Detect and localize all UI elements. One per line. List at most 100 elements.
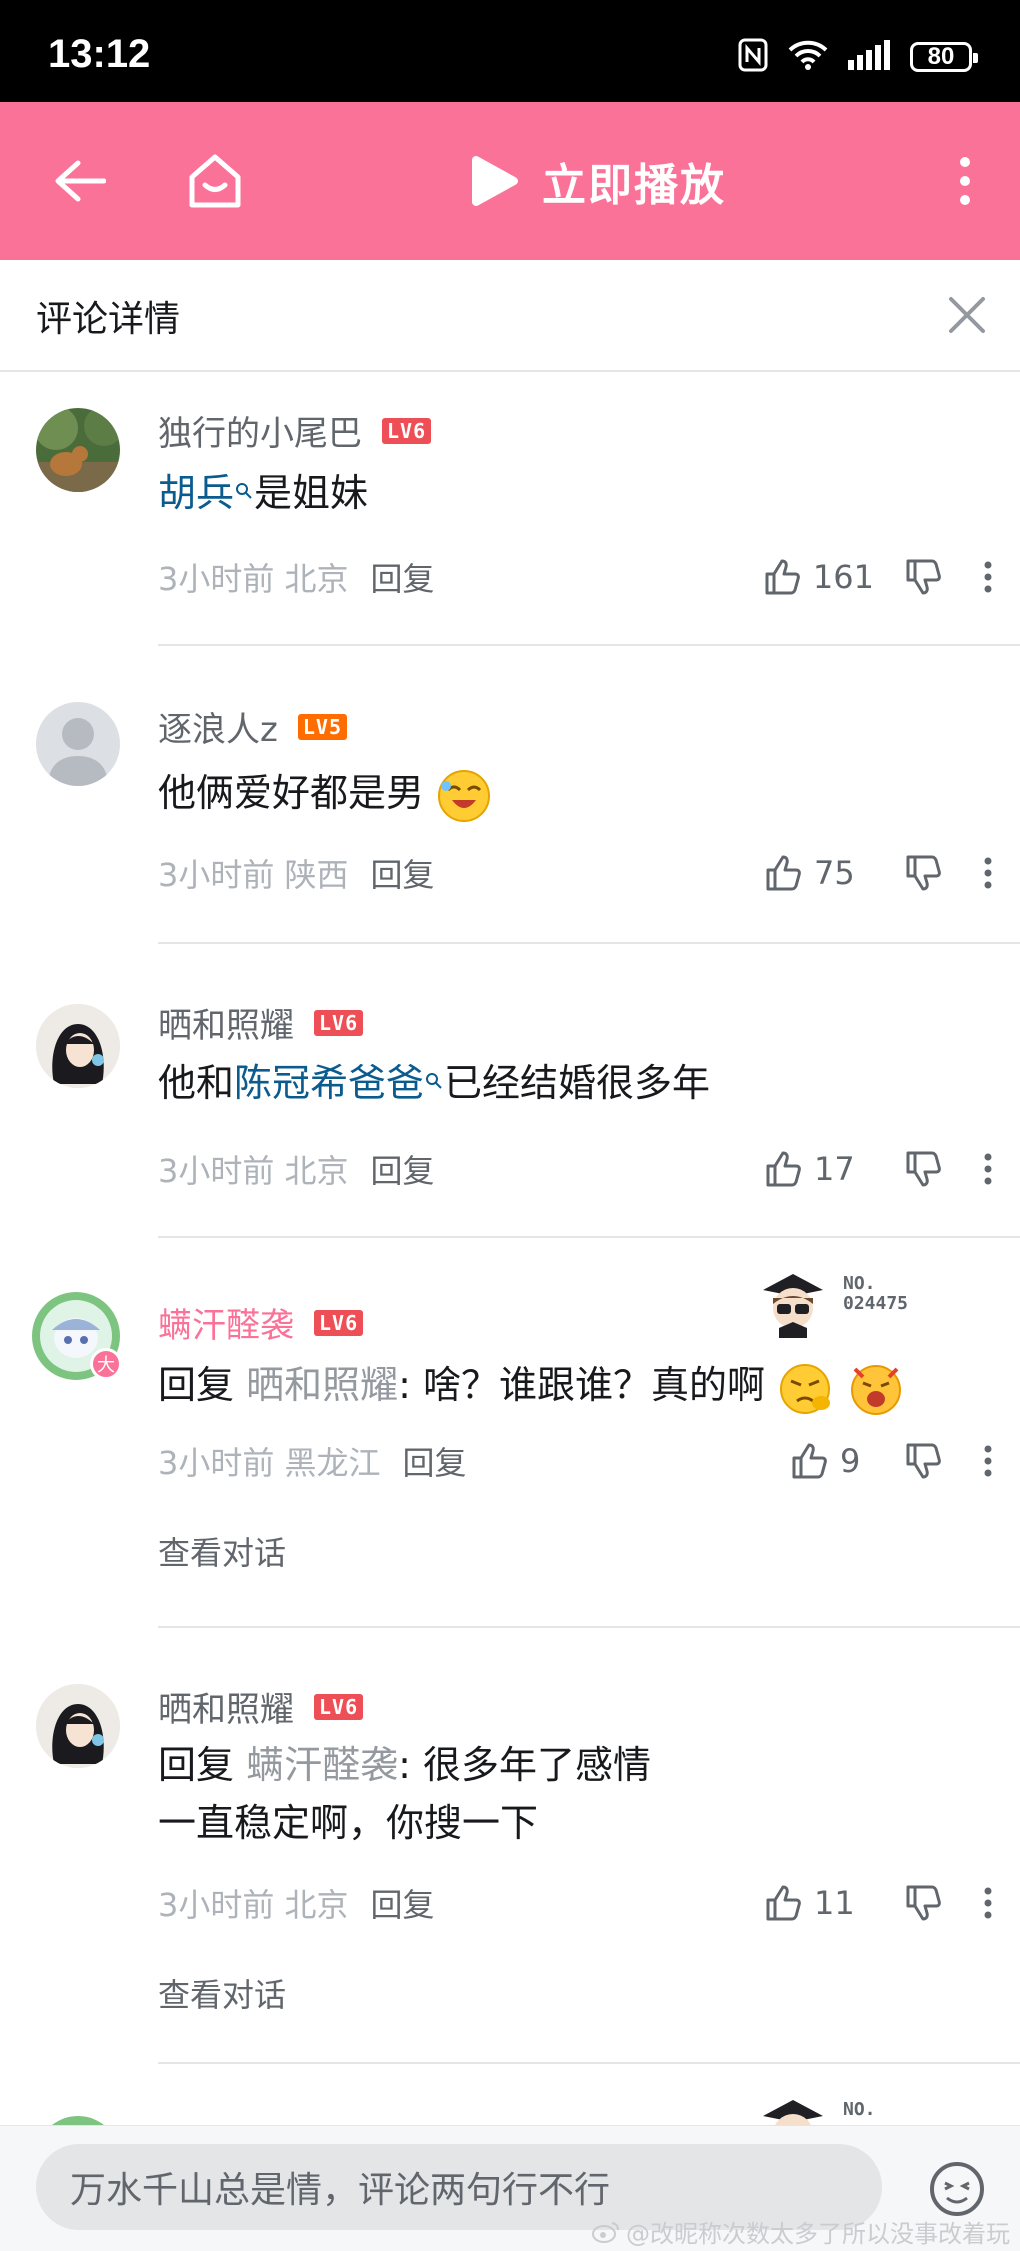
avatar[interactable] <box>36 1684 120 1768</box>
page-title: 评论详情 <box>36 299 181 340</box>
home-icon <box>189 154 241 208</box>
reply-button[interactable]: 回复 <box>371 1880 435 1926</box>
comment-content: 回复 晒和照耀: 啥？谁跟谁？真的啊 <box>158 1356 980 1417</box>
like-count: 17 <box>814 1150 855 1188</box>
avatar-badge: 大 <box>90 1348 122 1380</box>
view-conversation-link[interactable]: 查看对话 <box>158 1528 286 1574</box>
like-icon[interactable] <box>790 1441 830 1481</box>
fan-badge-number: NO. 024475 <box>843 1274 908 1314</box>
comment-content: 胡兵 是姐妹 <box>158 464 960 522</box>
comment-item: 晒和照耀 LV6 他和陈冠希爸爸 已经结婚很多年 3小时前 北京 回复 17 <box>0 944 1020 1238</box>
search-icon <box>426 1073 442 1089</box>
weibo-logo-icon <box>592 2221 619 2243</box>
comment-item: 大 螨汗醛袭 LV6 NO. 024475 回复 晒和照耀: 啥？谁跟谁？真的啊… <box>0 1238 1020 1628</box>
nfc-icon <box>738 38 768 76</box>
reply-prefix: 回复 <box>158 1363 247 1407</box>
reply-button[interactable]: 回复 <box>371 850 435 896</box>
watermark-text: @改昵称次数太多了所以没事改着玩 <box>626 2220 1010 2248</box>
more-vertical-icon[interactable] <box>984 1887 992 1919</box>
battery-level: 80 <box>927 43 955 70</box>
dislike-icon[interactable] <box>904 557 944 597</box>
username[interactable]: 独行的小尾巴 <box>158 406 362 455</box>
avatar[interactable] <box>36 1004 120 1088</box>
like-icon[interactable] <box>764 1149 804 1189</box>
search-link[interactable]: 陈冠希爸爸 <box>234 1061 424 1105</box>
dislike-icon[interactable] <box>904 1149 944 1189</box>
username-row: 独行的小尾巴 LV6 <box>158 406 432 455</box>
search-link[interactable]: 胡兵 <box>158 471 234 515</box>
username-row: 逐浪人z LV5 <box>158 702 347 751</box>
comment-content: 他和陈冠希爸爸 已经结婚很多年 <box>158 1054 960 1112</box>
reply-button[interactable]: 回复 <box>371 1146 435 1192</box>
comment-actions: 17 <box>764 1142 1020 1196</box>
comment-actions: 9 <box>790 1434 1020 1488</box>
reply-to-username[interactable]: 螨汗醛袭 <box>246 1743 398 1787</box>
avatar[interactable] <box>36 2116 120 2125</box>
time-location: 3小时前 北京 <box>158 560 349 598</box>
comment-text: 是姐妹 <box>254 471 369 515</box>
reply-to-username[interactable]: 晒和照耀 <box>246 1363 398 1407</box>
username-row: 螨汗醛袭 LV6 <box>158 1298 364 1347</box>
dislike-icon[interactable] <box>904 1441 944 1481</box>
fan-badge-character-icon <box>763 1274 823 1338</box>
reply-button[interactable]: 回复 <box>403 1438 467 1484</box>
more-vertical-icon[interactable] <box>984 857 992 889</box>
fan-badge[interactable]: NO. <box>755 2090 876 2125</box>
like-icon[interactable] <box>763 557 803 597</box>
like-count: 75 <box>814 854 855 892</box>
wifi-icon <box>788 40 828 74</box>
comment-input-bar: 万水千山总是情，评论两句行不行 @改昵称次数太多了所以没事改着玩 <box>0 2125 1020 2251</box>
comment-item: 逐浪人z LV5 他俩爱好都是男 3小时前 陕西 回复 75 <box>0 646 1020 944</box>
battery-icon: 80 <box>910 42 978 72</box>
back-arrow-icon <box>55 160 106 202</box>
username-row: 晒和照耀 LV6 <box>158 998 364 1047</box>
video-top-bar: 立即播放 <box>0 102 1020 260</box>
search-icon <box>236 483 252 499</box>
like-icon[interactable] <box>764 1883 804 1923</box>
username[interactable]: 逐浪人z <box>158 702 278 751</box>
angry-emoji-icon <box>780 1363 831 1414</box>
like-count: 9 <box>840 1442 861 1480</box>
emoji-button[interactable] <box>928 2160 986 2222</box>
comment-content: 回复 螨汗醛袭: 很多年了感情一直稳定啊，你搜一下 <box>158 1736 670 1852</box>
avatar[interactable] <box>36 702 120 786</box>
avatar[interactable] <box>36 408 120 492</box>
like-icon[interactable] <box>764 853 804 893</box>
dislike-icon[interactable] <box>904 1883 944 1923</box>
view-conversation-link[interactable]: 查看对话 <box>158 1970 286 2016</box>
comment-text-prefix: 他和 <box>158 1061 235 1105</box>
play-now-button[interactable]: 立即播放 <box>470 102 726 260</box>
username-row: 晒和照耀 LV6 <box>158 1682 364 1731</box>
username[interactable]: 晒和照耀 <box>158 1682 294 1731</box>
status-time: 13:12 <box>48 32 151 76</box>
comment-actions: 161 <box>763 550 1020 604</box>
back-button[interactable] <box>40 102 120 260</box>
comment-text: 已经结婚很多年 <box>444 1061 711 1105</box>
more-vertical-icon[interactable] <box>984 1445 992 1477</box>
fan-badge-number: NO. <box>843 2100 876 2120</box>
comment-detail-header: 评论详情 <box>0 260 1020 372</box>
username[interactable]: 晒和照耀 <box>158 998 294 1047</box>
avatar[interactable]: 大 <box>30 1290 122 1382</box>
emoji-icon <box>930 2162 984 2216</box>
more-vertical-icon[interactable] <box>984 561 992 593</box>
reply-prefix: 回复 <box>158 1743 247 1787</box>
fan-badge-character-icon <box>763 2100 823 2125</box>
reply-button[interactable]: 回复 <box>371 554 435 600</box>
home-button[interactable] <box>175 102 255 260</box>
username[interactable]: 螨汗醛袭 <box>158 2116 294 2125</box>
dislike-icon[interactable] <box>904 853 944 893</box>
more-menu-button[interactable] <box>930 102 1000 260</box>
play-icon <box>472 156 518 206</box>
close-button[interactable] <box>942 290 992 340</box>
username[interactable]: 螨汗醛袭 <box>158 1298 294 1347</box>
time-location: 3小时前 北京 <box>158 1886 349 1924</box>
laughing-emoji-icon <box>438 769 491 822</box>
fan-badge[interactable]: NO. 024475 <box>755 1264 908 1340</box>
comment-meta: 3小时前 北京 回复 161 <box>158 550 1020 604</box>
more-vertical-icon[interactable] <box>984 1153 992 1185</box>
like-count: 11 <box>814 1884 855 1922</box>
comment-actions: 75 <box>764 846 1020 900</box>
time-location: 3小时前 陕西 <box>158 856 349 894</box>
comment-meta: 3小时前 黑龙江 回复 9 <box>158 1434 1020 1488</box>
